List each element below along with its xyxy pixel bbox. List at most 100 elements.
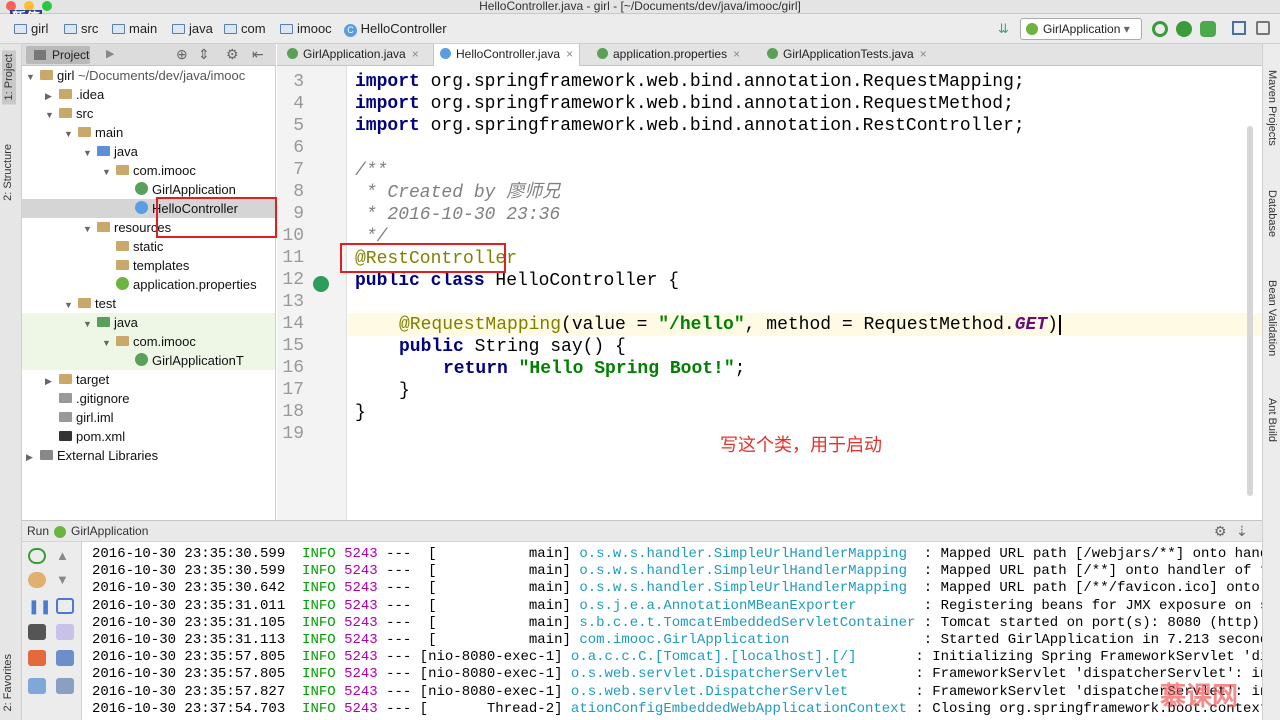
expand-arrow-icon[interactable]: ▼ [45,106,59,125]
close-icon[interactable]: × [733,47,740,61]
rerun-icon[interactable] [1152,21,1168,37]
tree-item-java[interactable]: ▼ java [83,313,138,332]
tree-item-gitignore[interactable]: .gitignore [45,389,129,408]
log-line: 2016-10-30 23:35:31.011 INFO 5243 --- [ … [92,598,1262,615]
camera-icon[interactable] [28,624,46,640]
editor-tab-girlapplicationtests-java[interactable]: GirlApplicationTests.java × [761,44,933,66]
log-message: : Registering beans for JMX exposure on … [923,597,1262,614]
tree-item-target[interactable]: ▶ target [45,370,109,389]
editor-tab-application-properties[interactable]: application.properties × [591,44,746,66]
breadcrumb-java[interactable]: java [172,14,213,44]
run-config-tab[interactable]: GirlApplication [71,524,148,538]
tree-item-test[interactable]: ▼ test [64,294,116,313]
tree-item-static[interactable]: static [102,237,163,256]
collapse-arrow-icon[interactable]: ▶ [26,448,40,467]
expand-arrow-icon[interactable]: ▼ [64,125,78,144]
code-line-3: import org.springframework.web.bind.anno… [355,72,1025,92]
print-icon[interactable] [56,650,74,666]
right-tool-strip: Maven Projects Database Bean Validation … [1262,44,1280,720]
tree-item-external-libraries[interactable]: ▶ External Libraries [26,446,158,465]
breadcrumb-com[interactable]: com [224,14,266,44]
window-titlebar: HelloController.java - girl - [~/Documen… [0,0,1280,14]
scroll-to-end-icon[interactable] [56,624,74,640]
gear-icon[interactable]: ⚙ [226,46,239,63]
breadcrumb-main[interactable]: main [112,14,157,44]
hide-panel-icon[interactable]: ⇣ [1236,523,1248,540]
collapse-all-icon[interactable]: ⇕ [198,46,210,63]
log-pid: 5243 [344,700,387,717]
project-structure-icon[interactable] [1232,21,1246,35]
coverage-icon[interactable] [1200,21,1216,37]
log-pid: 5243 [344,632,387,648]
package-icon [224,24,237,34]
favorites-tool-tab[interactable]: 2: Favorites [2,654,14,711]
bean-validation-tab[interactable]: Bean Validation [1266,280,1278,356]
layout-icon[interactable] [28,678,46,694]
breadcrumb-hellocontroller[interactable]: C HelloController [344,14,447,44]
structure-tool-tab[interactable]: 2: Structure [2,144,14,201]
database-tab[interactable]: Database [1266,190,1278,237]
log-logger: s.b.c.e.t.TomcatEmbeddedServletContainer [579,614,916,631]
exit-icon[interactable] [28,650,46,666]
trash-icon[interactable] [56,678,74,694]
maven-projects-tab[interactable]: Maven Projects [1266,70,1278,146]
tree-item-java[interactable]: ▼ java [83,142,138,161]
sdk-icon[interactable] [1256,21,1270,35]
build-icon[interactable]: ⇊ [998,21,1014,37]
code-line-7: /** [355,161,388,181]
hide-panel-icon[interactable]: ⇤ [252,46,264,63]
expand-arrow-icon[interactable]: ▼ [83,220,97,239]
debug-skull-icon[interactable] [28,572,46,588]
debug-icon[interactable] [1176,21,1192,37]
breadcrumb-girl[interactable]: girl [14,14,48,44]
soft-wrap-icon[interactable] [56,598,74,614]
tree-item-main[interactable]: ▼ main [64,123,123,142]
tree-item-templates[interactable]: templates [102,256,189,275]
line-number: 18 [282,402,304,422]
expand-arrow-icon[interactable]: ▼ [83,144,97,163]
gear-icon[interactable]: ⚙ [1214,523,1227,540]
breadcrumb-src[interactable]: src [64,14,98,44]
tree-item-com-imooc[interactable]: ▼ com.imooc [102,332,196,351]
spring-bean-gutter-icon[interactable] [313,276,329,292]
close-icon[interactable]: × [920,47,927,61]
tree-item-label: test [95,296,116,311]
editor-tab-girlapplication-java[interactable]: GirlApplication.java × [281,44,425,66]
editor-scrollbar[interactable] [1247,126,1253,496]
tree-item-girl[interactable]: ▼ girl ~/Documents/dev/java/imooc [26,66,245,85]
log-pid: 5243 [344,580,387,597]
close-icon[interactable]: × [412,47,419,61]
chevron-right-icon[interactable]: ▶ [106,47,114,60]
tree-item-idea[interactable]: ▶ .idea [45,85,104,104]
run-console[interactable]: 2016-10-30 23:35:30.599 INFO 5243 --- [ … [82,542,1262,720]
tree-item-girlapplicationt[interactable]: GirlApplicationT [121,351,244,370]
log-logger: o.s.web.servlet.DispatcherServlet [570,683,907,700]
breadcrumb-imooc[interactable]: imooc [280,14,332,44]
ant-build-tab[interactable]: Ant Build [1266,398,1278,442]
tree-item-application-properties[interactable]: application.properties [102,275,257,294]
pause-icon[interactable]: ❚❚ [28,598,51,614]
run-config-select[interactable]: GirlApplication ▾ [1020,18,1142,40]
tree-item-label: application.properties [133,277,257,292]
package-icon [116,336,129,346]
expand-arrow-icon[interactable]: ▼ [102,163,116,182]
close-icon[interactable]: × [566,47,573,61]
scroll-from-source-icon[interactable]: ⊕ [176,46,188,63]
editor-tab-label: GirlApplicationTests.java [783,47,914,61]
arrow-down-icon[interactable]: ▼ [56,572,74,588]
tree-item-girl-iml[interactable]: girl.iml [45,408,114,427]
line-number: 15 [282,336,304,356]
tree-item-com-imooc[interactable]: ▼ com.imooc [102,161,196,180]
project-view-selector[interactable]: Project [26,46,90,64]
tree-item-pom-xml[interactable]: pom.xml [45,427,125,446]
rerun-icon[interactable] [28,548,46,564]
code-line-14: @RequestMapping(value = "/hello", method… [399,314,1061,336]
editor-tab-hellocontroller-java[interactable]: HelloController.java × [433,44,581,66]
log-message: : Started GirlApplication in 7.213 secon… [923,632,1262,648]
project-tool-tab[interactable]: 1: Project [2,50,16,105]
tree-item-src[interactable]: ▼ src [45,104,93,123]
arrow-up-icon[interactable]: ▲ [56,548,74,564]
tree-item-label: templates [133,258,190,273]
expand-arrow-icon[interactable]: ▼ [26,68,40,87]
maximize-window-icon[interactable] [42,1,52,11]
